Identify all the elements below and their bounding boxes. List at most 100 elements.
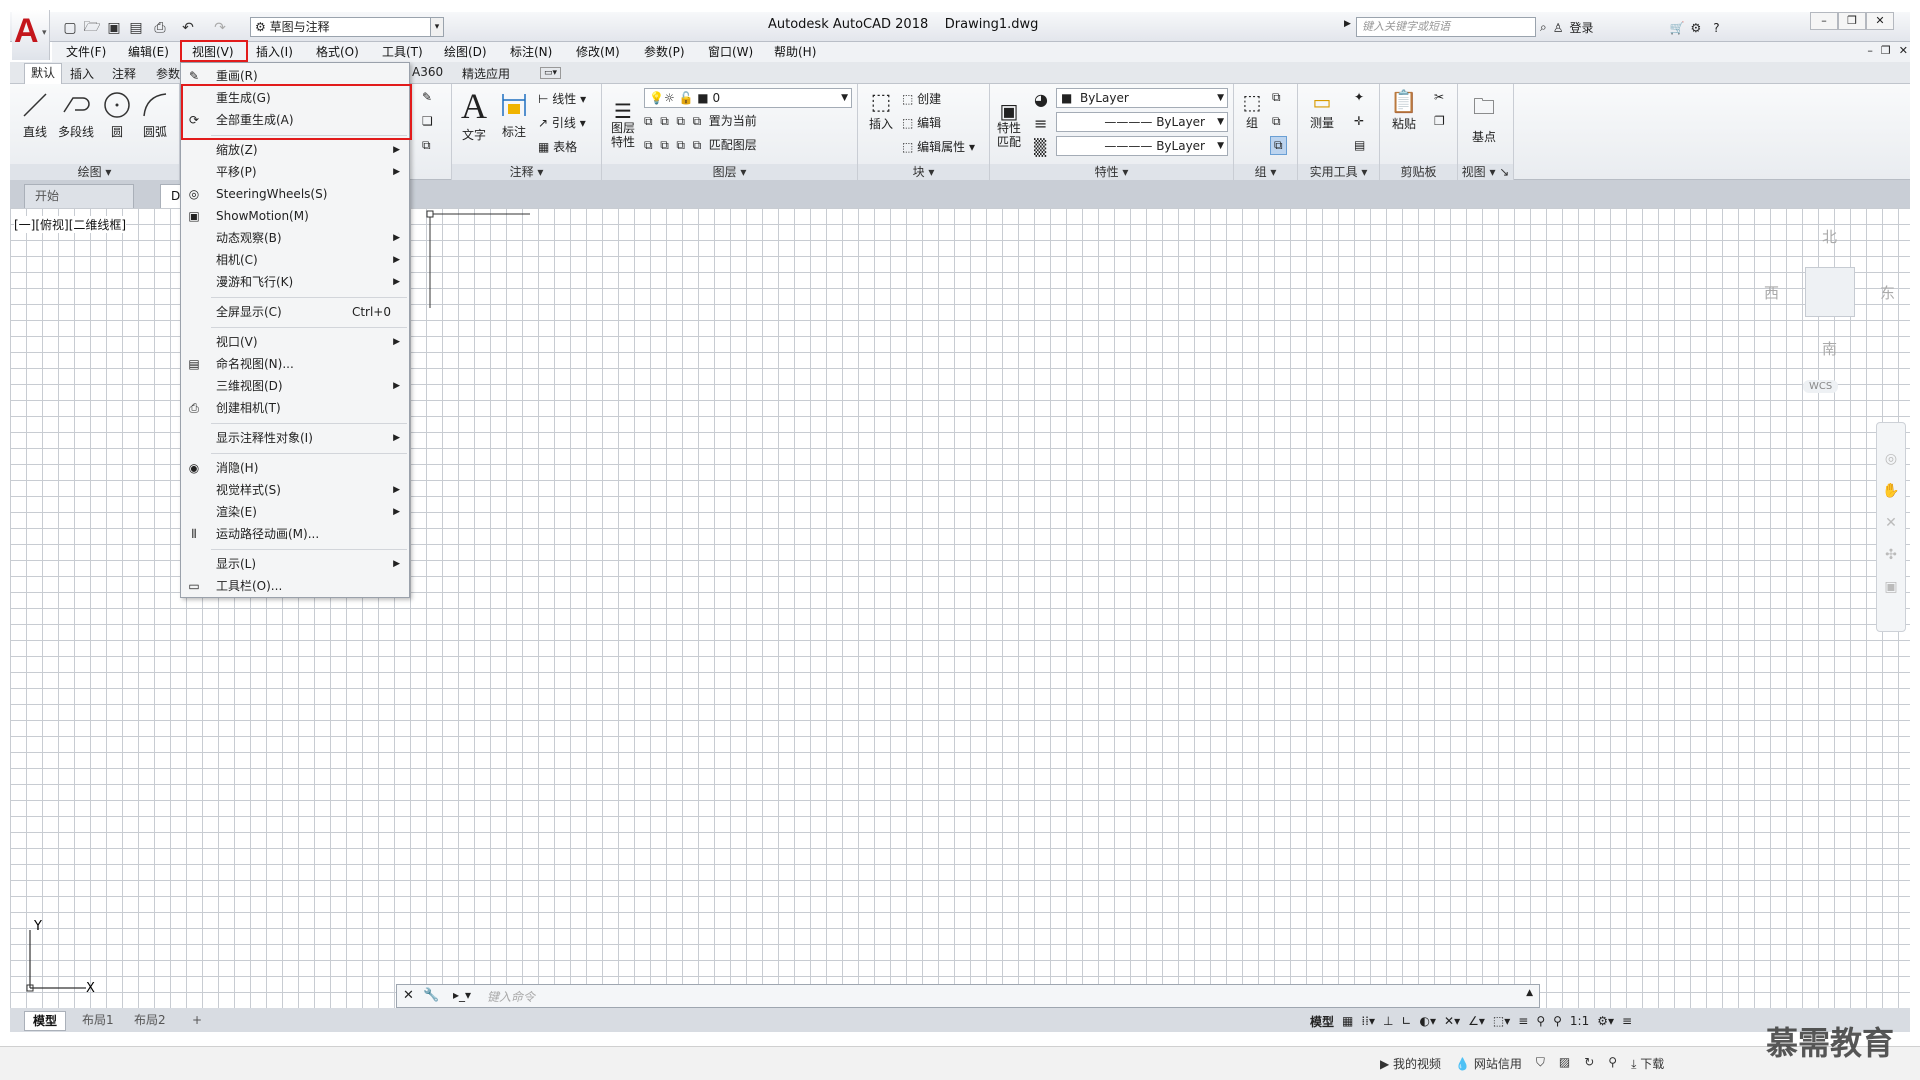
model-space-button[interactable]: 模型 [1310,1013,1334,1030]
stretch-icon[interactable]: ⧉ [422,138,431,153]
orbit-icon[interactable]: ✣ [1877,539,1905,571]
viewcube-face[interactable] [1805,267,1855,317]
menu-edit[interactable]: 编辑(E) [128,43,169,61]
view-menu-item[interactable]: ▭ 工具栏(O)... [181,575,409,597]
tab-layout2[interactable]: 布局2 [126,1011,174,1031]
menu-modify[interactable]: 修改(M) [576,43,620,61]
viewcube-east[interactable]: 东 [1880,282,1895,303]
workspace-select[interactable]: ⚙ 草图与注释 ▼ [250,17,443,37]
ortho-icon[interactable]: ∟ [1401,1014,1411,1028]
snap-icon[interactable]: ⁞⁞▾ [1361,1014,1375,1028]
point-icon[interactable]: ✛ [1354,114,1364,128]
plot-icon[interactable]: ⎙ [150,18,170,38]
zoom-icon[interactable]: ✕ [1877,507,1905,539]
quick-access-customize[interactable]: ▾ [430,17,444,37]
view-menu-item[interactable]: ▣ ShowMotion(M) [181,205,409,227]
lineweight-toggle-icon[interactable]: ≡ [1518,1014,1528,1028]
annotation-scale-icon[interactable]: ⚲ [1553,1014,1562,1028]
customize-icon[interactable]: ≡ [1622,1014,1632,1028]
command-input[interactable]: 键入命令 [487,988,535,1005]
tab-layout1[interactable]: 布局1 [74,1011,122,1031]
tab-insert[interactable]: 插入 [70,65,94,82]
osnap-icon[interactable]: ✕▾ [1444,1014,1460,1028]
view-cube[interactable]: 北 西 东 南 WCS [1760,220,1895,400]
draw-panel-title[interactable]: 绘图 ▾ [10,164,179,180]
viewcube-south[interactable]: 南 [1822,338,1837,359]
copy-clip-icon[interactable]: ❐ [1434,114,1445,128]
text-tool[interactable]: A 文字 [456,86,492,143]
help-icon[interactable]: ? [1713,21,1719,35]
wcs-menu[interactable]: WCS [1803,380,1839,393]
download-button[interactable]: ⤓ 下载 [1631,1055,1664,1072]
cart-icon[interactable]: 🛒 [1670,21,1685,35]
leader-tool[interactable]: ↗ 引线 ▾ [538,114,586,131]
steering-wheel-icon[interactable]: ◎ [1877,443,1905,475]
properties-panel-title[interactable]: 特性 ▾ [990,164,1233,180]
search-expand-icon[interactable]: ▶ [1344,19,1351,29]
infer-icon[interactable]: ⊥ [1383,1014,1393,1028]
doc-minimize-icon[interactable]: – [1867,44,1873,57]
app-menu-button[interactable]: A ▾ [12,10,50,60]
groups-panel-title[interactable]: 组 ▾ [1234,164,1297,180]
command-prompt-icon[interactable]: ▸_▾ [453,988,471,1002]
set-current-button[interactable]: 置为当前 [709,114,757,128]
view-menu-item[interactable]: 漫游和飞行(K) ▶ [181,271,409,293]
measure-tool[interactable]: ▭ 测量 [1302,90,1342,131]
menu-file[interactable]: 文件(F) [66,43,106,61]
base-view-tool[interactable]: 🗀 基点 [1464,90,1504,145]
image-icon[interactable]: ▨ [1559,1055,1570,1072]
menu-dimension[interactable]: 标注(N) [510,43,552,61]
menu-draw[interactable]: 绘图(D) [444,43,487,61]
view-menu-item[interactable]: ▤ 命名视图(N)... [181,353,409,375]
annotation-panel-title[interactable]: 注释 ▾ [452,164,601,180]
block-panel-title[interactable]: 块 ▾ [858,164,989,180]
tab-default[interactable]: 默认 [24,63,63,84]
color-select[interactable]: ■ ByLayer ▼ [1056,88,1228,108]
view-menu-item[interactable]: 显示注释性对象(I) ▶ [181,427,409,449]
menu-format[interactable]: 格式(O) [316,43,359,61]
network-icon[interactable]: ⚲ [1608,1055,1617,1072]
showmotion-nav-icon[interactable]: ▣ [1877,571,1905,603]
video-button[interactable]: ▶ 我的视频 [1380,1055,1441,1072]
polyline-tool[interactable]: 多段线 [56,90,96,140]
calculator-icon[interactable]: ▤ [1354,138,1365,152]
menu-parametric[interactable]: 参数(P) [644,43,685,61]
view-menu-item[interactable]: ◎ SteeringWheels(S) [181,183,409,205]
circle-tool[interactable]: 圆 [100,90,134,140]
view-panel-title[interactable]: 视图 ▾ ↘ [1458,164,1513,180]
view-menu-item[interactable]: 相机(C) ▶ [181,249,409,271]
view-menu-item[interactable]: 视觉样式(S) ▶ [181,479,409,501]
view-menu-item[interactable]: 全屏显示(C) Ctrl+0 [181,301,409,323]
close-button[interactable]: ✕ [1866,12,1894,30]
binoculars-icon[interactable]: ⌕ [1540,20,1547,35]
maximize-button[interactable]: ❐ [1838,12,1866,30]
redo-icon[interactable]: ↷ [210,18,230,38]
view-menu-item[interactable]: 缩放(Z) ▶ [181,139,409,161]
create-block-button[interactable]: ⬚ 创建 [902,90,941,107]
wrench-icon[interactable]: 🔧 [423,988,439,1003]
linetype-select[interactable]: ———— ByLayer ▼ [1056,112,1228,132]
group-select-icon[interactable]: ⧉ [1270,136,1287,155]
quick-select-icon[interactable]: ✦ [1354,90,1364,104]
cut-icon[interactable]: ✂ [1434,90,1444,104]
view-menu-item[interactable]: 视口(V) ▶ [181,331,409,353]
view-menu-item[interactable]: 平移(P) ▶ [181,161,409,183]
tab-a360[interactable]: A360 [412,65,443,79]
ungroup-icon[interactable]: ⧉ [1272,90,1281,105]
tab-model[interactable]: 模型 [24,1011,67,1031]
menu-insert[interactable]: 插入(I) [256,43,293,61]
doc-restore-icon[interactable]: ❐ [1881,44,1891,57]
utilities-panel-title[interactable]: 实用工具 ▾ [1298,164,1379,180]
arc-tool[interactable]: 圆弧 [138,90,172,140]
menu-window[interactable]: 窗口(W) [708,43,753,61]
table-tool[interactable]: ▦ 表格 [538,138,577,155]
annotation-scale-value[interactable]: 1:1 [1570,1014,1589,1028]
edit-attributes-button[interactable]: ⬚ 编辑属性 ▾ [902,138,975,155]
match-layer-button[interactable]: 匹配图层 [709,138,757,152]
insert-block-tool[interactable]: ⬚ 插入 [864,90,898,132]
shield-icon[interactable]: ⛉ [1536,1055,1545,1072]
layer-select[interactable]: 💡☼ 🔓 ■ 0 ▼ [644,88,852,108]
new-file-icon[interactable]: ▢ [60,18,80,38]
view-menu-item[interactable]: 渲染(E) ▶ [181,501,409,523]
add-layout-icon[interactable]: + [184,1011,210,1031]
